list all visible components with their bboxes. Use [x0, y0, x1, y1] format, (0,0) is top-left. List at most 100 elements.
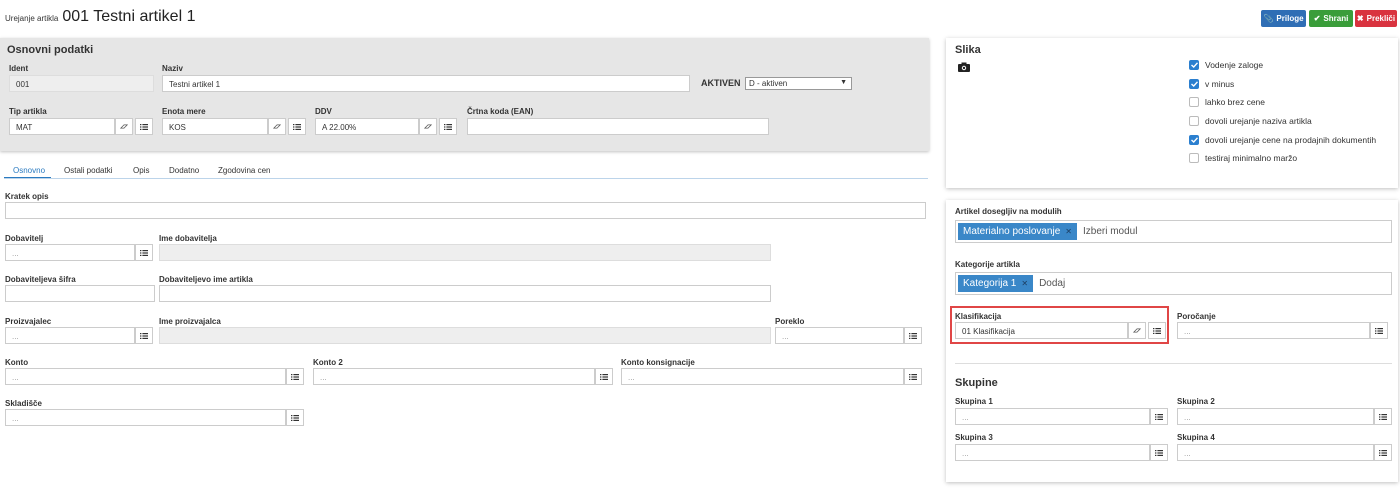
aktiven-value: D - aktiven: [749, 79, 788, 88]
list-icon: [1379, 413, 1387, 420]
remove-tag-icon[interactable]: ✕: [1021, 279, 1028, 288]
skupine-divider: [955, 363, 1392, 364]
checkbox-lahko-brez-cene[interactable]: lahko brez cene: [1189, 97, 1265, 107]
naziv-field[interactable]: Testni artikel 1: [162, 75, 690, 92]
modul-tag[interactable]: Materialno poslovanje ✕: [958, 223, 1077, 240]
tab-opis[interactable]: Opis: [133, 166, 149, 175]
skupina4-field[interactable]: ...: [1177, 444, 1374, 461]
konto2-field[interactable]: ...: [313, 368, 595, 385]
proizvajalec-field[interactable]: ...: [5, 327, 135, 344]
dob-sifra-label: Dobaviteljeva šifra: [5, 275, 76, 284]
list-icon: [909, 332, 917, 339]
konto-field[interactable]: ...: [5, 368, 286, 385]
konto-konsig-field[interactable]: ...: [621, 368, 904, 385]
ident-field: 001: [9, 75, 154, 92]
ident-label: Ident: [9, 64, 29, 73]
tip-list-button[interactable]: [135, 118, 153, 135]
tip-label: Tip artikla: [9, 107, 47, 116]
checkbox-vodenje-zaloge[interactable]: Vodenje zaloge: [1189, 60, 1263, 70]
page-subtitle: Urejanje artikla: [5, 14, 59, 23]
aktiven-select[interactable]: D - aktiven ▼: [745, 77, 852, 90]
eraser-icon: [424, 124, 432, 129]
check-icon: ✔: [1313, 14, 1321, 23]
checkbox-v-minus[interactable]: v minus: [1189, 79, 1234, 89]
moduli-label: Artikel dosegljiv na modulih: [955, 207, 1062, 216]
poreklo-list-button[interactable]: [904, 327, 922, 344]
checkbox-dovoli-urejanje-naziva[interactable]: dovoli urejanje naziva artikla: [1189, 116, 1312, 126]
ean-label: Črtna koda (EAN): [467, 107, 534, 116]
tip-clear-button[interactable]: [115, 118, 133, 135]
porocanje-field[interactable]: ...: [1177, 322, 1370, 339]
checkbox-dovoli-urejanje-cene[interactable]: dovoli urejanje cene na prodajnih dokume…: [1189, 135, 1376, 145]
tab-zgodovina-cen[interactable]: Zgodovina cen: [218, 166, 270, 175]
basic-section-title: Osnovni podatki: [7, 44, 94, 56]
kategorije-tag-input[interactable]: Kategorija 1 ✕ Dodaj: [955, 272, 1392, 295]
dobavitelj-list-button[interactable]: [135, 244, 153, 261]
enota-field[interactable]: KOS: [162, 118, 268, 135]
shrani-button[interactable]: ✔ Shrani: [1309, 10, 1353, 27]
ddv-list-button[interactable]: [439, 118, 457, 135]
list-icon: [1379, 449, 1387, 456]
slika-panel: [946, 38, 1398, 188]
skupina3-list-button[interactable]: [1150, 444, 1168, 461]
konto2-list-button[interactable]: [595, 368, 613, 385]
skupina1-field[interactable]: ...: [955, 408, 1150, 425]
tip-field[interactable]: MAT: [9, 118, 115, 135]
list-icon: [1153, 327, 1161, 334]
skupina1-list-button[interactable]: [1150, 408, 1168, 425]
skupina2-field[interactable]: ...: [1177, 408, 1374, 425]
list-icon: [1375, 327, 1383, 334]
eraser-icon: [273, 124, 281, 129]
checkbox-label: v minus: [1205, 79, 1235, 89]
ddv-clear-button[interactable]: [419, 118, 437, 135]
skupina2-list-button[interactable]: [1374, 408, 1392, 425]
remove-tag-icon[interactable]: ✕: [1065, 227, 1072, 236]
moduli-tag-input[interactable]: Materialno poslovanje ✕ Izberi modul: [955, 220, 1392, 243]
skladisce-label: Skladišče: [5, 399, 42, 408]
eraser-icon: [1133, 328, 1141, 333]
skupina1-label: Skupina 1: [955, 397, 993, 406]
camera-icon[interactable]: [958, 59, 970, 72]
klasifikacija-clear-button[interactable]: [1128, 322, 1146, 339]
ime-proizvajalca-field: [159, 327, 771, 344]
preklici-button[interactable]: ✖ Prekliči: [1355, 10, 1397, 27]
skladisce-field[interactable]: ...: [5, 409, 286, 426]
modul-tag-label: Materialno poslovanje: [963, 226, 1061, 237]
checkbox-label: Vodenje zaloge: [1205, 60, 1264, 70]
enota-clear-button[interactable]: [268, 118, 286, 135]
tab-ostali-podatki[interactable]: Ostali podatki: [64, 166, 112, 175]
kategorija-tag[interactable]: Kategorija 1 ✕: [958, 275, 1034, 292]
proizvajalec-list-button[interactable]: [135, 327, 153, 344]
klasifikacija-list-button[interactable]: [1148, 322, 1166, 339]
kratek-opis-field[interactable]: [5, 202, 926, 219]
ime-dobavitelja-field: [159, 244, 771, 261]
skladisce-list-button[interactable]: [286, 409, 304, 426]
dob-ime-artikla-field[interactable]: [159, 285, 771, 302]
list-icon: [600, 373, 608, 380]
priloge-button[interactable]: 📎 Priloge: [1261, 10, 1306, 27]
list-icon: [291, 414, 299, 421]
kratek-opis-label: Kratek opis: [5, 192, 49, 201]
ddv-field[interactable]: A 22.00%: [315, 118, 419, 135]
tab-dodatno[interactable]: Dodatno: [169, 166, 199, 175]
kategorije-label: Kategorije artikla: [955, 260, 1020, 269]
dobavitelj-field[interactable]: ...: [5, 244, 135, 261]
ean-field[interactable]: [467, 118, 769, 135]
dob-sifra-field[interactable]: [5, 285, 155, 302]
enota-list-button[interactable]: [288, 118, 306, 135]
checkbox-testiraj-marzo[interactable]: testiraj minimalno maržo: [1189, 153, 1297, 163]
klasifikacija-field[interactable]: 01 Klasifikacija: [955, 322, 1128, 339]
poreklo-field[interactable]: ...: [775, 327, 904, 344]
list-icon: [291, 373, 299, 380]
porocanje-list-button[interactable]: [1370, 322, 1388, 339]
tab-osnovno[interactable]: Osnovno: [13, 166, 45, 175]
list-icon: [444, 123, 452, 130]
skupina4-label: Skupina 4: [1177, 433, 1215, 442]
konto-list-button[interactable]: [286, 368, 304, 385]
dobavitelj-label: Dobavitelj: [5, 234, 44, 243]
konto-konsig-list-button[interactable]: [904, 368, 922, 385]
konto-label: Konto: [5, 358, 29, 367]
skupina4-list-button[interactable]: [1374, 444, 1392, 461]
skupina3-field[interactable]: ...: [955, 444, 1150, 461]
tabs-divider: [4, 178, 928, 179]
